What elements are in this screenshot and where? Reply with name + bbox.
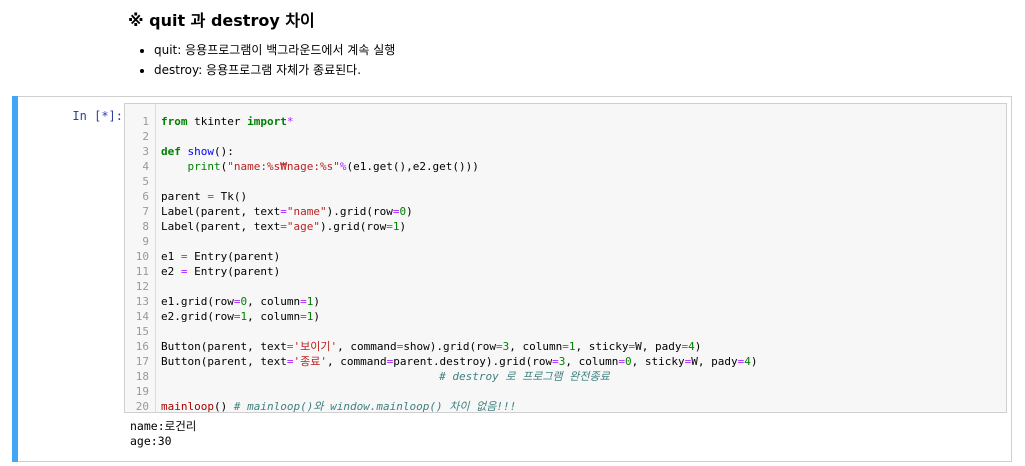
- code-line: 5: [125, 174, 1006, 189]
- code-line: 18 # destroy 로 프로그램 완전종료: [125, 369, 1006, 384]
- line-number: 15: [135, 325, 149, 338]
- code-line: 2: [125, 129, 1006, 144]
- line-number: 2: [142, 130, 149, 143]
- cell-output: name:로건리 age:30: [130, 419, 1000, 449]
- code-editor[interactable]: 1 from tkinter import* 2 3 def show(): 4 p…: [124, 103, 1007, 413]
- markdown-cell[interactable]: ※ quit 과 destroy 차이 quit: 응용프로그램이 백그라운드에…: [128, 10, 998, 80]
- line-number: 4: [142, 160, 149, 173]
- code-text: e1 = Entry(parent): [161, 250, 281, 263]
- code-text: print("name:%s₩nage:%s"%(e1.get(),e2.get…: [187, 160, 479, 173]
- code-text: mainloop() # mainloop()와 window.mainloop…: [161, 400, 517, 413]
- code-text: e2 = Entry(parent): [161, 265, 281, 278]
- list-item: destroy: 응용프로그램 자체가 종료된다.: [154, 60, 998, 80]
- code-line: 11 e2 = Entry(parent): [125, 264, 1006, 279]
- code-line: 13 e1.grid(row=0, column=1): [125, 294, 1006, 309]
- line-number: 16: [135, 340, 149, 353]
- code-line: 8 Label(parent, text="age").grid(row=1): [125, 219, 1006, 234]
- line-number: 11: [135, 265, 149, 278]
- output-line: name:로건리: [130, 419, 197, 433]
- code-line: 20 mainloop() # mainloop()와 window.mainlo…: [125, 399, 1006, 414]
- line-number: 18: [135, 370, 149, 383]
- line-number: 6: [142, 190, 149, 203]
- line-number: 12: [135, 280, 149, 293]
- line-number: 17: [135, 355, 149, 368]
- code-text: Button(parent, text='종료', command=parent…: [161, 355, 758, 368]
- markdown-heading: ※ quit 과 destroy 차이: [128, 11, 315, 30]
- list-item: quit: 응용프로그램이 백그라운드에서 계속 실행: [154, 40, 998, 60]
- line-number: 8: [142, 220, 149, 233]
- code-text: parent = Tk(): [161, 190, 248, 203]
- code-cell[interactable]: In [*]: 1 from tkinter import* 2 3 def sho…: [12, 96, 1012, 462]
- code-line: 9: [125, 234, 1006, 249]
- code-text: # destroy 로 프로그램 완전종료: [439, 370, 610, 383]
- code-line: 7 Label(parent, text="name").grid(row=0): [125, 204, 1006, 219]
- code-text: def show():: [161, 145, 234, 158]
- code-line: 15: [125, 324, 1006, 339]
- code-line: 14 e2.grid(row=1, column=1): [125, 309, 1006, 324]
- line-number: 1: [142, 115, 149, 128]
- markdown-list: quit: 응용프로그램이 백그라운드에서 계속 실행 destroy: 응용프…: [128, 40, 998, 80]
- line-number: 5: [142, 175, 149, 188]
- selected-cell-indicator: [12, 96, 18, 462]
- line-number: 13: [135, 295, 149, 308]
- line-number: 14: [135, 310, 149, 323]
- code-line: 19: [125, 384, 1006, 399]
- line-number: 20: [135, 400, 149, 413]
- line-number: 7: [142, 205, 149, 218]
- code-text: e1.grid(row=0, column=1): [161, 295, 320, 308]
- code-text: from tkinter import*: [161, 115, 294, 128]
- line-number: 3: [142, 145, 149, 158]
- code-text: Button(parent, text='보이기', command=show)…: [161, 340, 702, 353]
- code-line: 1 from tkinter import*: [125, 114, 1006, 129]
- code-text: Label(parent, text="name").grid(row=0): [161, 205, 413, 218]
- code-line: 6 parent = Tk(): [125, 189, 1006, 204]
- line-number: 9: [142, 235, 149, 248]
- code-lines: 1 from tkinter import* 2 3 def show(): 4 p…: [125, 114, 1006, 414]
- code-line: 17 Button(parent, text='종료', command=pare…: [125, 354, 1006, 369]
- code-text: e2.grid(row=1, column=1): [161, 310, 320, 323]
- input-prompt: In [*]:: [72, 109, 123, 123]
- code-line: 3 def show():: [125, 144, 1006, 159]
- line-number: 19: [135, 385, 149, 398]
- code-line: 16 Button(parent, text='보이기', command=sho…: [125, 339, 1006, 354]
- code-line: 10 e1 = Entry(parent): [125, 249, 1006, 264]
- code-text: Label(parent, text="age").grid(row=1): [161, 220, 407, 233]
- code-line: 12: [125, 279, 1006, 294]
- line-number: 10: [135, 250, 149, 263]
- code-line: 4 print("name:%s₩nage:%s"%(e1.get(),e2.g…: [125, 159, 1006, 174]
- output-line: age:30: [130, 434, 172, 448]
